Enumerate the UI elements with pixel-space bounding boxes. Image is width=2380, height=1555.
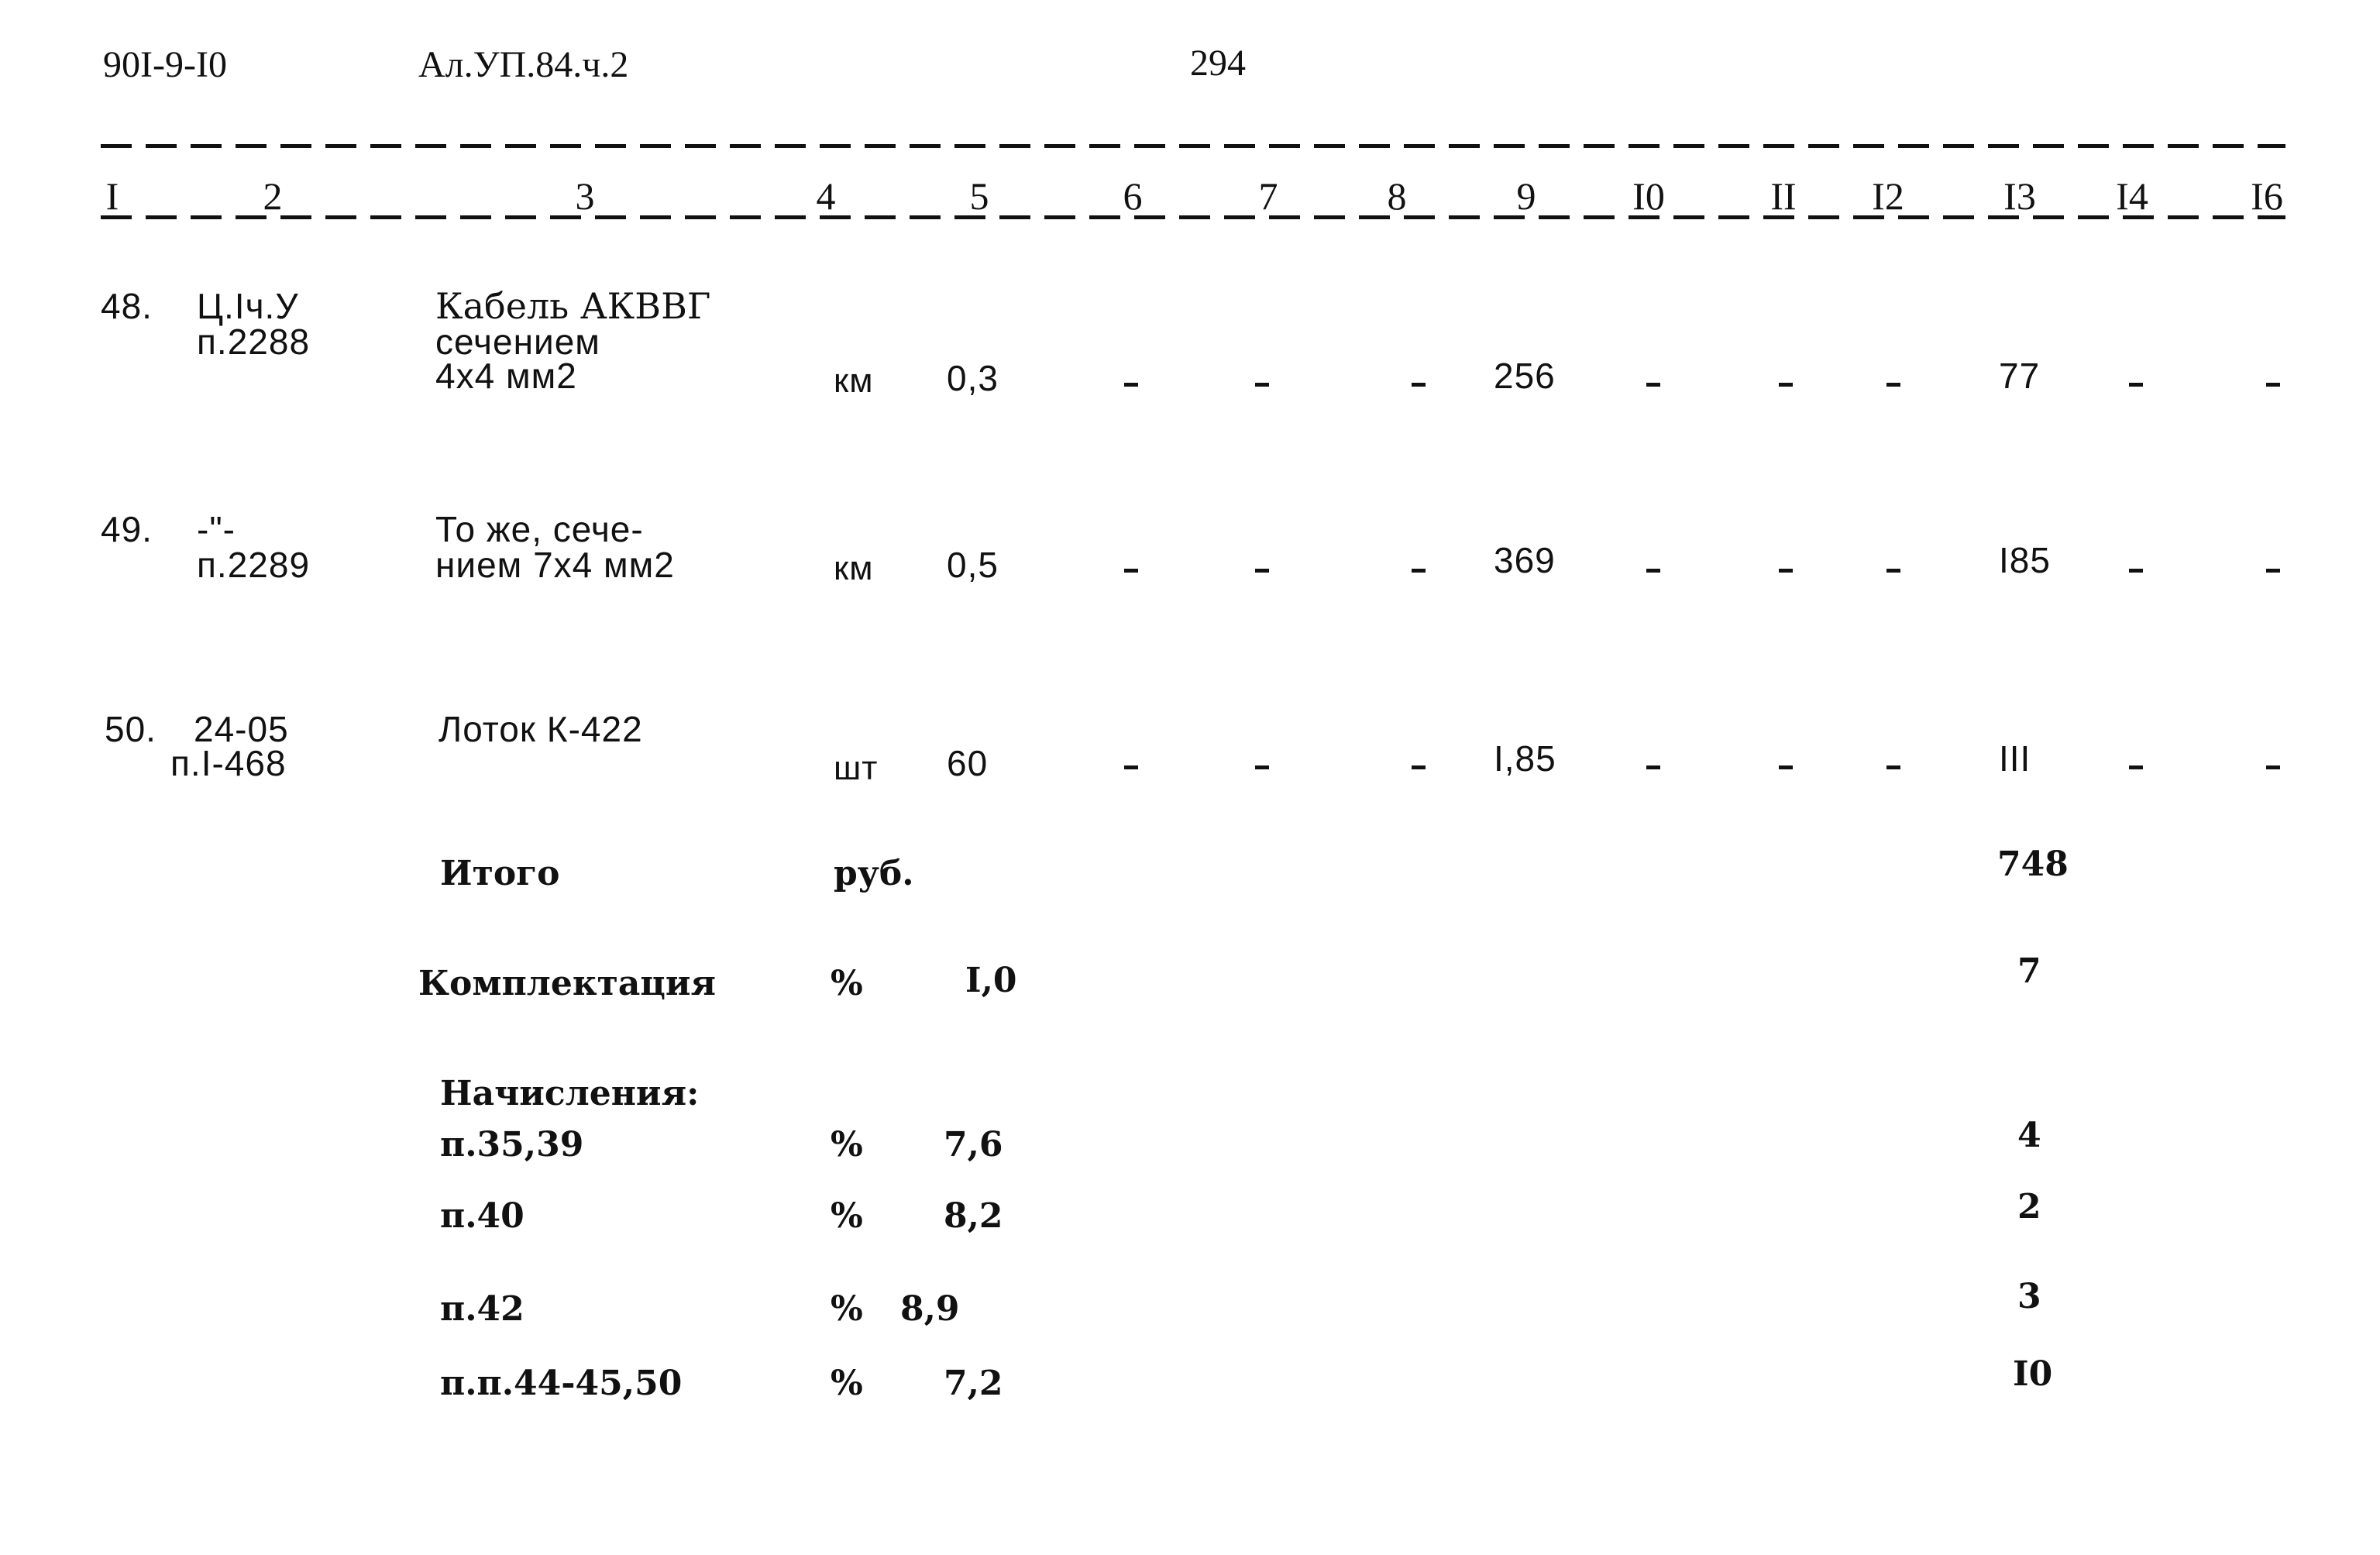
column-number: I2 xyxy=(1872,174,1904,218)
column-number: I xyxy=(105,174,119,218)
empty-dash xyxy=(2266,765,2280,769)
unit: км xyxy=(834,362,874,400)
charge-value: I0 xyxy=(2013,1354,2053,1394)
norm-code: -"- xyxy=(197,509,236,549)
quantity: 0,3 xyxy=(947,358,999,398)
empty-dash xyxy=(2129,569,2143,573)
column-number: 3 xyxy=(575,174,595,218)
empty-dash xyxy=(1886,765,1900,769)
norm-code: Ц.Iч.У xyxy=(197,286,299,326)
charge-label: п.35,39 xyxy=(440,1125,584,1165)
row-number: 50. xyxy=(105,709,156,749)
empty-dash xyxy=(1886,383,1900,387)
unit-price: I,85 xyxy=(1494,738,1556,779)
completion-unit: % xyxy=(831,964,863,1003)
empty-dash xyxy=(1779,765,1793,769)
total-cost: I85 xyxy=(1999,540,2051,580)
column-number: 8 xyxy=(1387,174,1407,218)
total-cost: 77 xyxy=(1999,356,2041,396)
charge-unit: % xyxy=(831,1364,863,1403)
total-value: 748 xyxy=(1997,845,2069,884)
empty-dash xyxy=(1646,765,1660,769)
item-name-line: Кабель АКВВГ xyxy=(435,285,711,327)
charge-rate: 7,6 xyxy=(944,1125,1003,1165)
charge-rate: 7,2 xyxy=(944,1364,1003,1403)
empty-dash xyxy=(1124,569,1138,573)
item-name-line: То же, сече- xyxy=(435,509,644,549)
charge-label: п.п.44-45,50 xyxy=(440,1364,683,1403)
completion-rate: I,0 xyxy=(965,961,1017,1000)
empty-dash xyxy=(2266,569,2280,573)
empty-dash xyxy=(1255,383,1269,387)
column-number: 9 xyxy=(1516,174,1536,218)
charge-unit: % xyxy=(831,1289,863,1329)
total-cost: III xyxy=(1999,738,2031,779)
charge-label: п.42 xyxy=(440,1289,524,1329)
empty-dash xyxy=(1412,765,1426,769)
column-number: 4 xyxy=(816,174,836,218)
column-number: 2 xyxy=(263,174,283,218)
item-name-line: сечением xyxy=(435,322,600,362)
column-number: 7 xyxy=(1258,174,1278,218)
empty-dash xyxy=(1646,569,1660,573)
norm-item: п.2288 xyxy=(197,322,311,362)
item-name-line: 4х4 мм2 xyxy=(435,356,577,396)
quantity: 0,5 xyxy=(947,545,999,585)
empty-dash xyxy=(1412,569,1426,573)
empty-dash xyxy=(1124,383,1138,387)
total-unit: руб. xyxy=(834,854,914,893)
empty-dash xyxy=(1412,383,1426,387)
empty-dash xyxy=(2129,383,2143,387)
unit-price: 256 xyxy=(1494,356,1556,396)
empty-dash xyxy=(1779,569,1793,573)
charge-unit: % xyxy=(831,1196,863,1236)
charges-heading: Начисления: xyxy=(440,1074,700,1113)
completion-label: Комплектация xyxy=(418,964,717,1003)
column-number: I4 xyxy=(2116,174,2148,218)
unit: км xyxy=(834,549,874,587)
item-name-line: Лоток К-422 xyxy=(439,709,643,749)
table-header-rule xyxy=(101,215,2285,219)
column-number: II xyxy=(1770,174,1797,218)
norm-item: п.I-468 xyxy=(170,743,287,783)
empty-dash xyxy=(1779,383,1793,387)
empty-dash xyxy=(1646,383,1660,387)
charge-unit: % xyxy=(831,1125,863,1165)
empty-dash xyxy=(1886,569,1900,573)
document-code: 90I-9-I0 xyxy=(103,44,227,85)
table-top-rule xyxy=(101,144,2285,148)
empty-dash xyxy=(1124,765,1138,769)
quantity: 60 xyxy=(947,743,989,783)
unit: шт xyxy=(834,749,879,787)
norm-code: 24-05 xyxy=(194,709,289,749)
charge-value: 4 xyxy=(2017,1116,2041,1155)
charge-label: п.40 xyxy=(440,1196,524,1236)
charge-value: 2 xyxy=(2017,1187,2041,1226)
column-number: I3 xyxy=(2003,174,2036,218)
column-number: 5 xyxy=(969,174,989,218)
empty-dash xyxy=(2266,383,2280,387)
total-label: Итого xyxy=(440,854,560,893)
empty-dash xyxy=(1255,765,1269,769)
column-number: I0 xyxy=(1632,174,1665,218)
charge-rate: 8,9 xyxy=(900,1289,960,1329)
empty-dash xyxy=(2129,765,2143,769)
charge-value: 3 xyxy=(2017,1277,2041,1316)
norm-item: п.2289 xyxy=(197,545,311,585)
column-number: 6 xyxy=(1123,174,1143,218)
charge-rate: 8,2 xyxy=(944,1196,1003,1236)
page-number: 294 xyxy=(1190,43,1246,84)
row-number: 48. xyxy=(101,286,153,326)
completion-value: 7 xyxy=(2017,951,2041,991)
column-number: I6 xyxy=(2251,174,2283,218)
row-number: 49. xyxy=(101,509,153,549)
empty-dash xyxy=(1255,569,1269,573)
unit-price: 369 xyxy=(1494,540,1556,580)
item-name-line: нием 7х4 мм2 xyxy=(435,545,675,585)
album-reference: Ал.УП.84.ч.2 xyxy=(418,44,629,85)
